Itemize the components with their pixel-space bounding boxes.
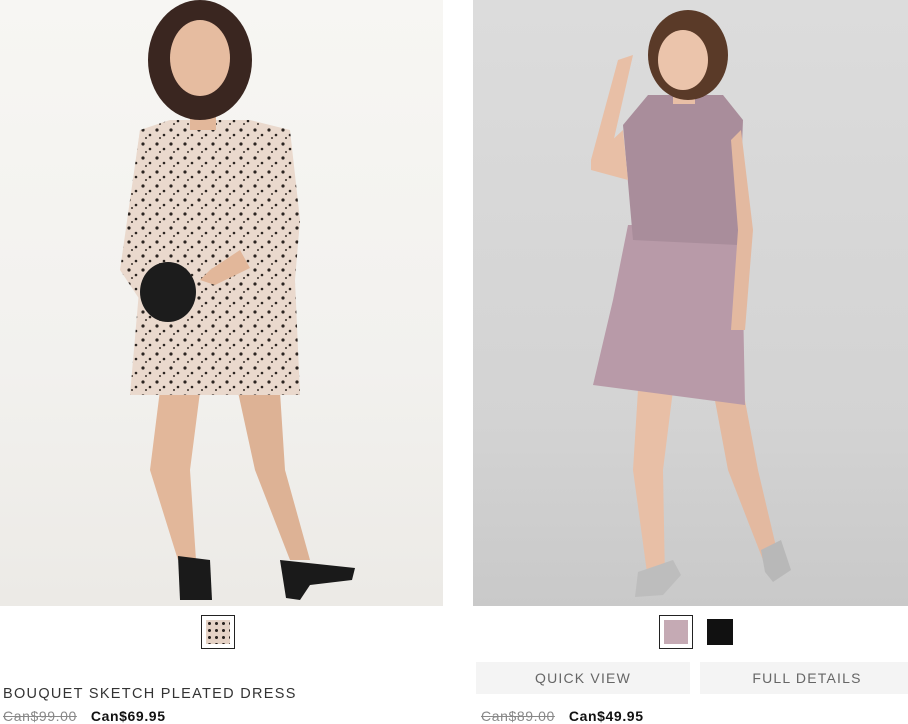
product-card-bouquet-sketch-dress: BOUQUET SKETCH PLEATED DRESS Can$99.00 Ca… — [0, 0, 443, 724]
model-in-mauve-dress-illustration — [591, 10, 791, 597]
swatch-black[interactable] — [703, 615, 737, 649]
product-image[interactable] — [473, 0, 908, 606]
model-in-dotted-dress-illustration — [120, 0, 355, 600]
full-details-button[interactable]: FULL DETAILS — [700, 662, 908, 694]
quick-view-button[interactable]: QUICK VIEW — [476, 662, 690, 694]
original-price: Can$89.00 — [481, 708, 555, 724]
swatch-dotted-print[interactable] — [201, 615, 235, 649]
product-image[interactable] — [0, 0, 443, 606]
black-chip-icon — [707, 619, 733, 645]
product-actions: QUICK VIEW FULL DETAILS — [476, 662, 908, 694]
price-row: Can$89.00 Can$49.95 — [481, 708, 644, 724]
product-card-mauve-dress: QUICK VIEW FULL DETAILS Can$89.00 Can$49.… — [473, 0, 908, 724]
sale-price: Can$69.95 — [90, 708, 166, 724]
original-price: Can$99.00 — [3, 708, 77, 724]
dotted-print-chip-icon — [206, 620, 230, 644]
color-swatches — [201, 615, 235, 651]
price-row: Can$99.00 Can$69.95 — [3, 708, 166, 724]
product-name[interactable]: BOUQUET SKETCH PLEATED DRESS — [3, 686, 297, 702]
mauve-chip-icon — [664, 620, 688, 644]
sale-price: Can$49.95 — [568, 708, 644, 724]
color-swatches — [659, 615, 737, 651]
swatch-mauve[interactable] — [659, 615, 693, 649]
